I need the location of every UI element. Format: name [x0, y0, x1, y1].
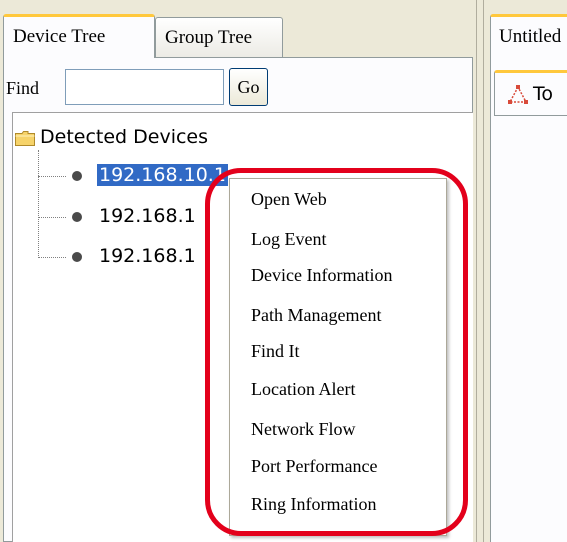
device-node-icon	[72, 212, 82, 222]
tree-node-device[interactable]: 192.168.1	[99, 245, 196, 267]
tree-connector	[38, 150, 39, 258]
topology-tab-label: To	[533, 83, 554, 105]
device-node-icon	[72, 252, 82, 262]
tree-connector	[38, 257, 66, 258]
tab-untitled[interactable]: Untitled	[490, 14, 567, 58]
tab-topology[interactable]	[494, 70, 567, 116]
tree-connector	[38, 217, 66, 218]
go-button[interactable]: Go	[229, 68, 268, 106]
device-node-icon	[72, 171, 82, 181]
tree-node-device[interactable]: 192.168.1	[99, 205, 196, 227]
find-input[interactable]	[65, 69, 224, 105]
tab-group-tree[interactable]: Group Tree	[155, 17, 283, 57]
tree-node-device[interactable]: 192.168.10.1	[97, 164, 228, 186]
highlight-annotation	[205, 168, 468, 536]
panel-splitter[interactable]	[476, 0, 484, 542]
folder-icon	[15, 131, 35, 146]
find-label: Find	[6, 78, 40, 98]
tab-device-tree[interactable]: Device Tree	[3, 14, 155, 58]
topology-body	[490, 58, 567, 542]
tree-root-label[interactable]: Detected Devices	[40, 126, 208, 148]
topology-icon	[508, 85, 528, 104]
tree-connector	[38, 176, 66, 177]
